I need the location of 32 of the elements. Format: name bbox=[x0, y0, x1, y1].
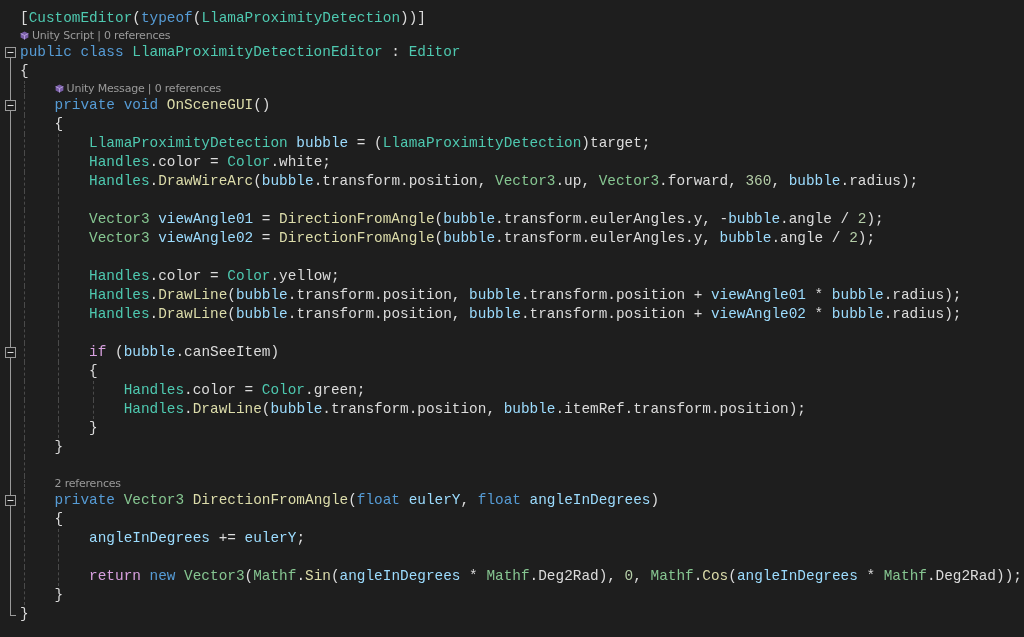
code-line: { bbox=[89, 362, 98, 381]
code-line: } bbox=[54, 438, 64, 457]
code-line: Handles.DrawLine(bubble.transform.position, bubble.itemRef.transform.position); bbox=[123, 400, 806, 419]
collapse-icon[interactable] bbox=[5, 495, 16, 506]
code-lens[interactable]: Unity Script | 0 references bbox=[32, 29, 171, 42]
collapse-icon[interactable] bbox=[5, 47, 16, 58]
code-line: } bbox=[20, 605, 29, 624]
code-line: Handles.color = Color.yellow; bbox=[89, 267, 340, 286]
code-line: { bbox=[20, 62, 29, 81]
collapse-icon[interactable] bbox=[5, 100, 16, 111]
code-line: { bbox=[54, 115, 64, 134]
code-line: angleInDegrees += eulerY; bbox=[89, 529, 305, 548]
code-line: } bbox=[54, 586, 64, 605]
code-line: return new Vector3(Mathf.Sin(angleInDegrees * Mathf.Deg2Rad), 0, Mathf.Cos(angleInDegrees * Mathf.Deg2Rad)); bbox=[89, 567, 1022, 586]
code-line: Handles.DrawLine(bubble.transform.position, bubble.transform.position + viewAngle02 * bubble.radius); bbox=[89, 305, 962, 324]
code-line: Handles.DrawWireArc(bubble.transform.position, Vector3.up, Vector3.forward, 360, bubble.radius); bbox=[89, 172, 919, 191]
code-line: private void OnSceneGUI() bbox=[54, 96, 271, 115]
collapse-icon[interactable] bbox=[5, 347, 16, 358]
code-line: Handles.DrawLine(bubble.transform.position, bubble.transform.position + viewAngle01 * bubble.radius); bbox=[89, 286, 962, 305]
code-line: } bbox=[89, 419, 98, 438]
code-line: [CustomEditor(typeof(LlamaProximityDetection))] bbox=[20, 9, 426, 28]
code-line: Handles.color = Color.white; bbox=[89, 153, 331, 172]
code-lens[interactable]: Unity Message | 0 references bbox=[66, 82, 221, 95]
code-line: if (bubble.canSeeItem) bbox=[89, 343, 280, 362]
code-line: Handles.color = Color.green; bbox=[123, 381, 366, 400]
code-line: Vector3 viewAngle01 = DirectionFromAngle(bubble.transform.eulerAngles.y, -bubble.angle / 2); bbox=[89, 210, 884, 229]
code-line: private Vector3 DirectionFromAngle(float eulerY, float angleInDegrees) bbox=[54, 491, 660, 510]
code-lens[interactable]: 2 references bbox=[54, 477, 121, 490]
code-line: public class LlamaProximityDetectionEditor : Editor bbox=[20, 43, 461, 62]
code-line: Vector3 viewAngle02 = DirectionFromAngle(bubble.transform.eulerAngles.y, bubble.angle / 2); bbox=[89, 229, 876, 248]
code-line: { bbox=[54, 510, 64, 529]
code-line: LlamaProximityDetection bubble = (LlamaProximityDetection)target; bbox=[89, 134, 651, 153]
